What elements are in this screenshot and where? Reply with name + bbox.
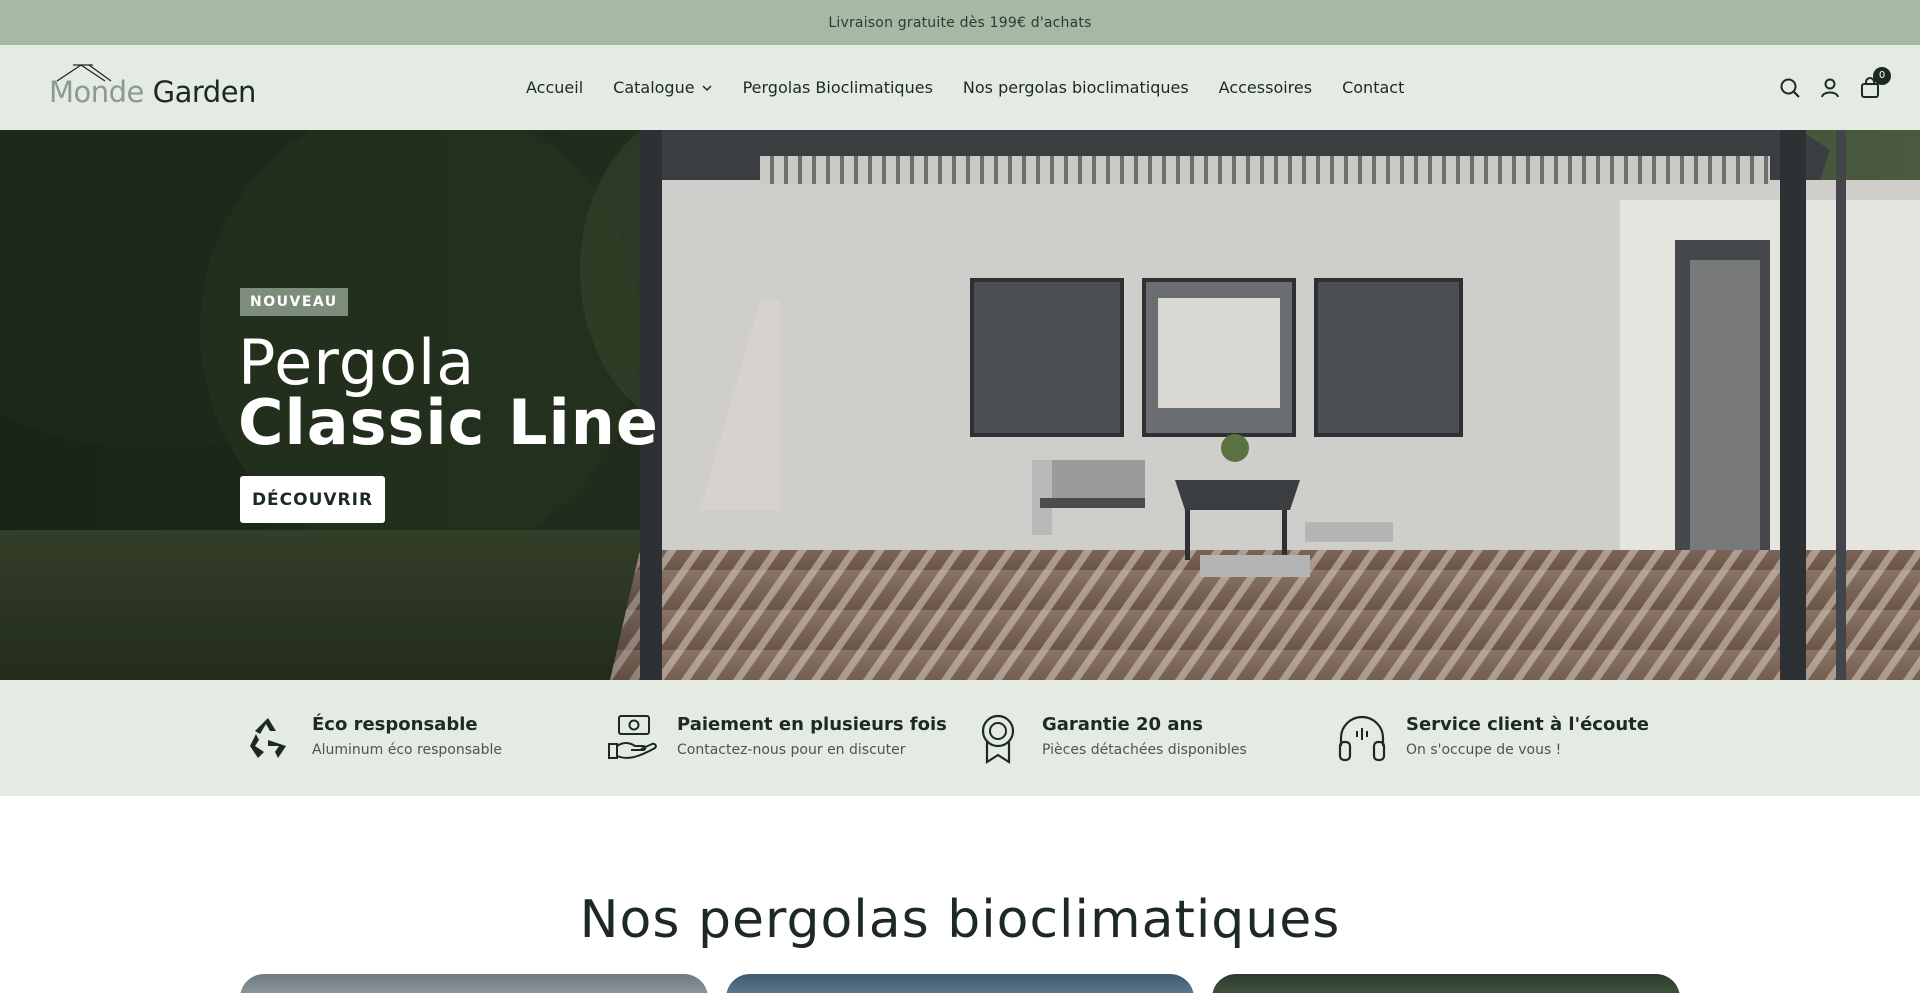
features-strip: Éco responsable Aluminum éco responsable… bbox=[0, 680, 1920, 796]
recycle-icon bbox=[242, 712, 294, 764]
announcement-text: Livraison gratuite dès 199€ d'achats bbox=[828, 14, 1092, 31]
money-hand-icon bbox=[607, 712, 659, 764]
site-logo[interactable]: Monde Garden bbox=[49, 63, 256, 113]
nav-item-label: Accessoires bbox=[1218, 78, 1313, 97]
award-ribbon-icon bbox=[972, 712, 1024, 765]
nav-item-accessoires[interactable]: Accessoires bbox=[1219, 78, 1312, 97]
user-icon[interactable] bbox=[1818, 76, 1842, 100]
cart-count-badge: 0 bbox=[1873, 66, 1891, 85]
feature-title: Garantie 20 ans bbox=[1042, 714, 1203, 735]
nav-item-pergolas-bioclimatiques[interactable]: Pergolas Bioclimatiques bbox=[743, 78, 933, 97]
main-nav: Accueil Catalogue Pergolas Bioclimatique… bbox=[526, 45, 1404, 130]
logo-text-part1: Monde bbox=[49, 75, 144, 109]
product-card[interactable] bbox=[1212, 974, 1680, 993]
logo-text-part2: Garden bbox=[143, 75, 257, 109]
nav-item-catalogue[interactable]: Catalogue bbox=[613, 78, 712, 97]
nav-item-label: Nos pergolas bioclimatiques bbox=[962, 78, 1189, 97]
hero-banner: NOUVEAU Pergola Classic Line DÉCOUVRIR bbox=[0, 130, 1920, 680]
header-actions: 0 bbox=[1762, 45, 1891, 130]
nav-item-label: Catalogue bbox=[613, 78, 695, 97]
bag-icon[interactable]: 0 bbox=[1858, 66, 1891, 100]
nav-item-nos-pergolas[interactable]: Nos pergolas bioclimatiques bbox=[963, 78, 1189, 97]
nav-item-accueil[interactable]: Accueil bbox=[526, 78, 583, 97]
nav-item-label: Accueil bbox=[526, 78, 584, 97]
site-header: Monde Garden Accueil Catalogue Pergolas … bbox=[0, 45, 1920, 130]
feature-subtitle: Pièces détachées disponibles bbox=[1042, 742, 1247, 758]
product-card[interactable] bbox=[726, 974, 1194, 993]
nav-item-label: Contact bbox=[1342, 78, 1405, 97]
feature-title: Éco responsable bbox=[312, 714, 478, 735]
hero-badge: NOUVEAU bbox=[240, 288, 348, 316]
chevron-down-icon bbox=[701, 82, 713, 94]
product-card[interactable] bbox=[240, 974, 708, 993]
feature-subtitle: On s'occupe de vous ! bbox=[1406, 742, 1562, 758]
nav-item-label: Pergolas Bioclimatiques bbox=[742, 78, 933, 97]
feature-title: Service client à l'écoute bbox=[1406, 714, 1649, 735]
discover-button[interactable]: DÉCOUVRIR bbox=[240, 476, 385, 523]
feature-subtitle: Contactez-nous pour en discuter bbox=[677, 742, 906, 758]
logo-text: Monde Garden bbox=[49, 75, 256, 109]
headphones-icon bbox=[1336, 712, 1388, 764]
feature-title: Paiement en plusieurs fois bbox=[677, 714, 947, 735]
hero-title-line2: Classic Line bbox=[238, 386, 659, 459]
search-icon[interactable] bbox=[1778, 76, 1802, 100]
feature-subtitle: Aluminum éco responsable bbox=[312, 742, 502, 758]
nav-item-contact[interactable]: Contact bbox=[1342, 78, 1404, 97]
announcement-bar: Livraison gratuite dès 199€ d'achats bbox=[0, 0, 1920, 45]
section-title: Nos pergolas bioclimatiques bbox=[579, 890, 1341, 950]
